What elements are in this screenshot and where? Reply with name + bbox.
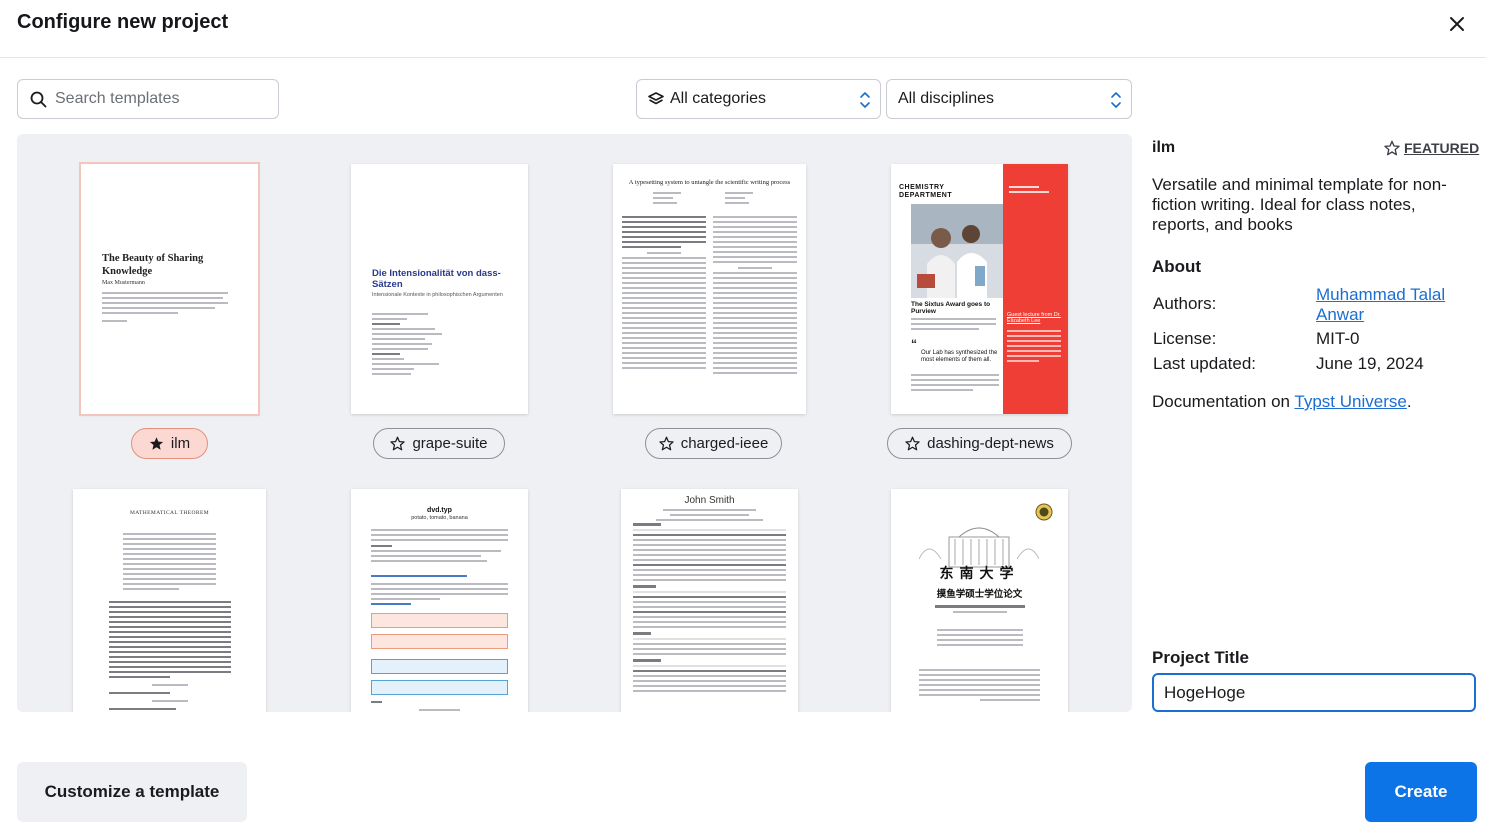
- template-thumbnail-grape-suite[interactable]: Die Intensionalität von dass-Sätzen Inte…: [351, 164, 528, 414]
- star-outline-icon: [390, 436, 406, 451]
- updated-value: June 19, 2024: [1316, 354, 1424, 373]
- preview-title: dvd.typ: [427, 507, 452, 514]
- preview-subtitle: Intensionale Kontexte in philosophischen…: [372, 292, 503, 298]
- preview-story-title: The Sixtus Award goes to Purview: [911, 301, 991, 315]
- chevron-up-down-icon: [1111, 92, 1121, 108]
- docs-prefix: Documentation on: [1152, 392, 1295, 411]
- docs-suffix: .: [1406, 392, 1412, 411]
- template-thumbnail-ilm[interactable]: The Beauty of Sharing Knowledge Max Must…: [79, 162, 260, 416]
- updated-label: Last updated:: [1153, 354, 1257, 373]
- discipline-select[interactable]: All disciplines: [886, 79, 1132, 119]
- search-box[interactable]: [17, 79, 279, 119]
- dialog-header: Configure new project: [0, 0, 1486, 58]
- template-thumbnail-seu-thesis[interactable]: 东南大学 摸鱼学硕士学位论文: [891, 489, 1068, 712]
- preview-title: John Smith: [684, 495, 735, 506]
- preview-subtitle: 摸鱼学硕士学位论文: [936, 589, 1023, 600]
- star-outline-icon: [659, 436, 674, 451]
- project-title-input[interactable]: [1152, 673, 1476, 712]
- preview-author: Max Mustermann: [102, 280, 145, 286]
- template-chip-label: dashing-dept-news: [927, 435, 1054, 452]
- preview-cv-sections: [633, 523, 786, 695]
- template-thumbnail-dashing-dept-news[interactable]: CHEMISTRY DEPARTMENT Guest lecture from …: [891, 164, 1068, 414]
- search-icon: [30, 91, 47, 107]
- license-label: License:: [1153, 329, 1217, 348]
- preview-title: MATHEMATICAL THEOREM: [129, 510, 210, 516]
- preview-sidebar-text: Guest lecture from Dr. Elizabeth Lee: [1007, 312, 1061, 324]
- project-title-label: Project Title: [1152, 648, 1249, 667]
- category-select[interactable]: All categories: [636, 79, 881, 119]
- preview-column-right: [713, 216, 797, 377]
- authors-row: Authors: Muhammad Talal Anwar: [1153, 285, 1445, 324]
- template-chip-dashing-dept-news[interactable]: dashing-dept-news: [887, 428, 1072, 459]
- preview-author-block: [653, 192, 693, 207]
- discipline-select-value: All disciplines: [898, 90, 995, 107]
- template-thumbnail-cv[interactable]: John Smith: [621, 489, 798, 712]
- preview-title: The Beauty of Sharing Knowledge: [102, 253, 204, 277]
- close-button[interactable]: [1444, 11, 1470, 37]
- preview-author-block: [725, 192, 765, 207]
- preview-photo: [911, 204, 1003, 298]
- authors-label: Authors:: [1153, 294, 1217, 313]
- template-chip-charged-ieee[interactable]: charged-ieee: [645, 428, 782, 459]
- template-chip-label: ilm: [170, 435, 191, 452]
- featured-toggle[interactable]: FEATURED: [1384, 140, 1479, 156]
- category-select-value: All categories: [670, 90, 767, 107]
- preview-red-sidebar: Guest lecture from Dr. Elizabeth Lee: [1003, 164, 1068, 414]
- template-chip-label: charged-ieee: [680, 435, 769, 452]
- chevron-up-down-icon: [860, 92, 870, 108]
- typst-universe-link[interactable]: Typst Universe: [1294, 392, 1406, 411]
- quote-icon: “: [911, 337, 917, 351]
- star-filled-icon: [149, 437, 163, 450]
- preview-body-lines: [372, 313, 442, 378]
- template-chip-label: grape-suite: [412, 435, 488, 452]
- star-outline-icon: [1384, 140, 1400, 156]
- license-row: License: MIT-0: [1153, 329, 1359, 349]
- preview-column-left: [622, 216, 706, 372]
- layers-icon: [648, 92, 664, 105]
- create-button[interactable]: Create: [1365, 762, 1477, 822]
- preview-title: 东南大学: [939, 565, 1020, 581]
- template-gallery[interactable]: The Beauty of Sharing Knowledge Max Must…: [17, 134, 1132, 712]
- template-thumbnail-dvd[interactable]: dvd.typ potato, tomato, banana: [351, 489, 528, 712]
- template-thumbnail-charged-ieee[interactable]: A typesetting system to untangle the sci…: [613, 164, 806, 414]
- updated-row: Last updated: June 19, 2024: [1153, 354, 1424, 374]
- authors-link[interactable]: Muhammad Talal Anwar: [1316, 285, 1466, 325]
- close-icon: [1450, 17, 1464, 31]
- preview-title: CHEMISTRY DEPARTMENT: [899, 184, 953, 199]
- about-heading: About: [1152, 257, 1202, 276]
- preview-subtitle: potato, tomato, banana: [411, 515, 468, 521]
- template-chip-grape-suite[interactable]: grape-suite: [373, 428, 505, 459]
- preview-quote: Our Lab has synthesized the most element…: [921, 350, 998, 363]
- preview-body-lines: [102, 292, 228, 325]
- dialog-title: Configure new project: [17, 11, 229, 33]
- preview-title: Die Intensionalität von dass-Sätzen: [372, 268, 501, 290]
- search-input[interactable]: [55, 90, 265, 108]
- documentation-line: Documentation on Typst Universe.: [1152, 392, 1412, 412]
- template-detail-name: ilm: [1152, 139, 1176, 156]
- featured-label: FEATURED: [1404, 140, 1480, 156]
- template-thumbnail-math[interactable]: MATHEMATICAL THEOREM: [73, 489, 266, 712]
- preview-building-sketch: [919, 527, 1039, 568]
- preview-title: A typesetting system to untangle the sci…: [628, 179, 791, 186]
- star-outline-icon: [905, 436, 920, 451]
- customize-template-button[interactable]: Customize a template: [17, 762, 247, 822]
- template-chip-ilm[interactable]: ilm: [131, 428, 208, 459]
- template-description: Versatile and minimal template for non-f…: [1152, 175, 1447, 234]
- license-value: MIT-0: [1316, 329, 1360, 348]
